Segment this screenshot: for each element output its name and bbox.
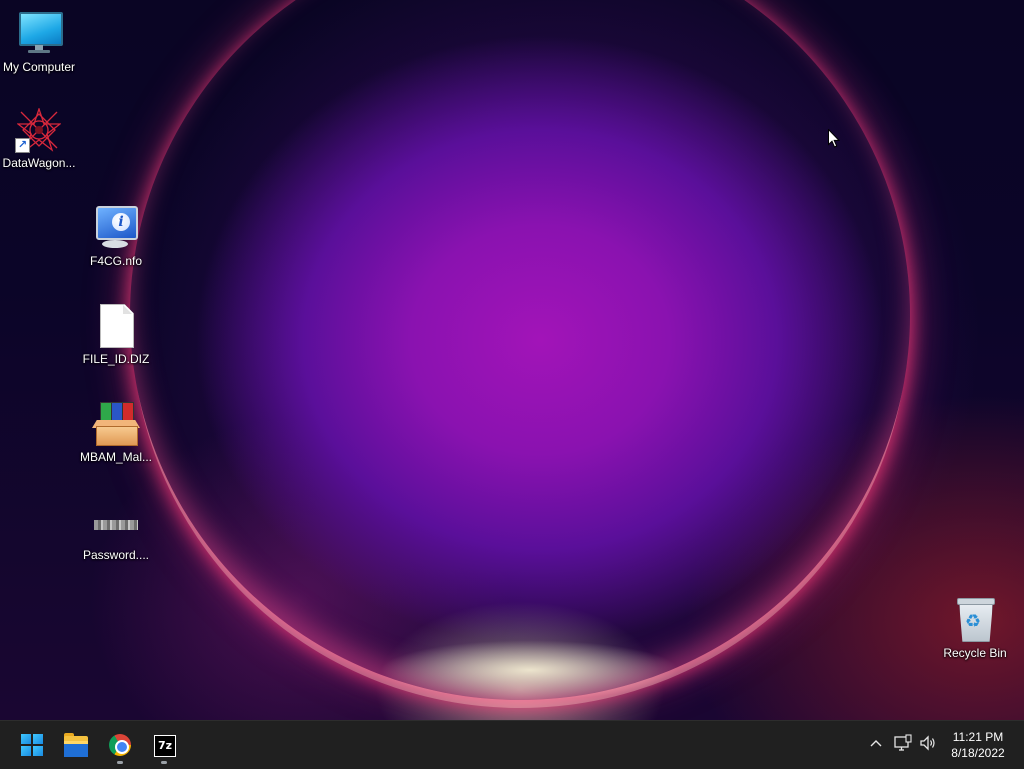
desktop-icon-datawagon[interactable]: ↗ DataWagon... <box>1 106 77 170</box>
desktop-icon-f4cg-nfo[interactable]: i F4CG.nfo <box>78 204 154 268</box>
shortcut-arrow-icon: ↗ <box>15 138 30 153</box>
winrar-archive-icon <box>92 400 140 448</box>
mouse-cursor-icon <box>828 129 840 148</box>
running-indicator <box>161 761 167 764</box>
network-button[interactable] <box>893 733 913 753</box>
info-icon: i <box>92 204 140 252</box>
desktop-icon-label: Recycle Bin <box>943 646 1007 660</box>
wallpaper-sphere <box>130 0 910 700</box>
desktop-icon-file-id-diz[interactable]: FILE_ID.DIZ <box>78 302 154 366</box>
desktop-icon-label: DataWagon... <box>2 156 76 170</box>
clock-date: 8/18/2022 <box>951 746 1005 760</box>
running-indicator <box>117 761 123 764</box>
volume-icon <box>920 735 935 751</box>
starburst-icon: ↗ <box>15 106 63 154</box>
taskbar-chrome[interactable] <box>100 725 140 765</box>
windows-logo-icon <box>21 734 43 756</box>
taskbar-7zip[interactable]: 7z <box>144 725 184 765</box>
desktop-icon-label: MBAM_Mal... <box>79 450 152 464</box>
desktop-icon-label: My Computer <box>2 60 76 74</box>
taskbar-file-explorer[interactable] <box>56 725 96 765</box>
volume-button[interactable] <box>918 733 938 753</box>
monitor-icon <box>15 10 63 58</box>
desktop-icon-mbam[interactable]: MBAM_Mal... <box>78 400 154 464</box>
taskbar: 7z 11:21 PM 8/18/2022 <box>0 720 1024 769</box>
clock-time: 11:21 PM <box>952 730 1004 744</box>
desktop-icon-recycle-bin[interactable]: ♻ Recycle Bin <box>937 596 1013 660</box>
network-icon <box>894 734 912 751</box>
start-button[interactable] <box>12 725 52 765</box>
recycle-bin-icon: ♻ <box>951 596 999 644</box>
7zip-icon: 7z <box>154 735 176 757</box>
system-clock[interactable]: 11:21 PM 8/18/2022 <box>940 729 1016 761</box>
desktop-icon-password[interactable]: Password.... <box>78 498 154 562</box>
show-hidden-icons-chevron[interactable] <box>866 733 886 753</box>
image-thumbnail-icon <box>92 498 140 546</box>
chevron-up-icon <box>870 740 882 747</box>
file-icon <box>92 302 140 350</box>
desktop[interactable]: My Computer ↗ DataWagon... i F4CG.nfo FI… <box>0 0 1024 720</box>
desktop-icon-label: F4CG.nfo <box>89 254 143 268</box>
desktop-icon-label: Password.... <box>82 548 150 562</box>
desktop-icon-my-computer[interactable]: My Computer <box>1 10 77 74</box>
desktop-icon-label: FILE_ID.DIZ <box>82 352 150 366</box>
wallpaper-glow <box>380 640 680 700</box>
